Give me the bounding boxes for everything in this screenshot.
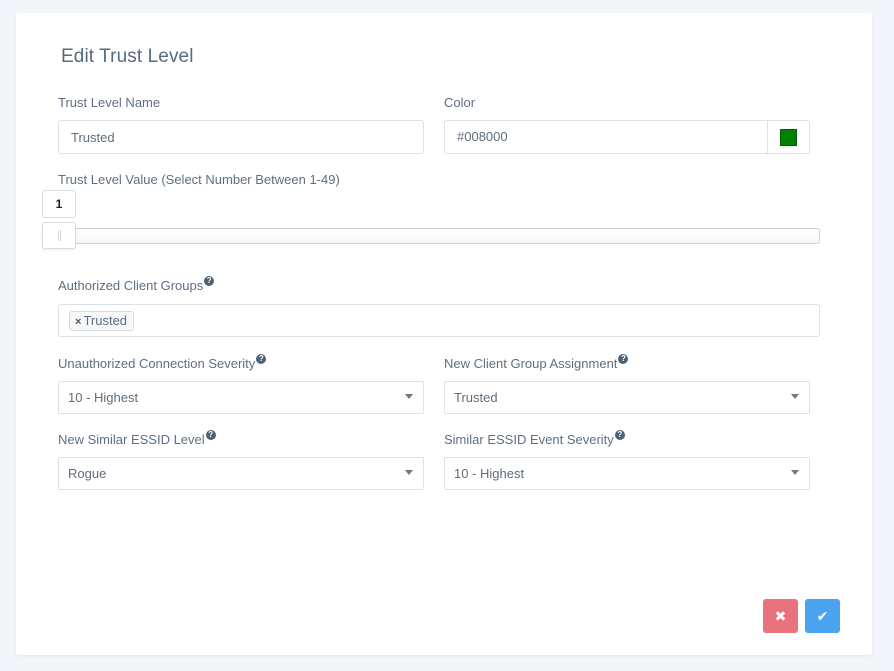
essid-level-select[interactable]: Rogue (58, 457, 424, 490)
remove-tag-icon[interactable]: × (75, 316, 81, 328)
essid-severity-select[interactable]: 10 - Highest (444, 457, 810, 490)
new-client-group-text: New Client Group Assignment (444, 356, 618, 371)
essid-severity-label: Similar ESSID Event Severity? (444, 430, 625, 447)
authorized-client-groups-label: Authorized Client Groups? (58, 276, 215, 293)
unauthorized-severity-label: Unauthorized Connection Severity? (58, 354, 267, 371)
new-client-group-value: Trusted (454, 390, 498, 405)
caret-down-icon (405, 470, 413, 475)
color-label: Color (444, 95, 476, 110)
check-icon: ✔ (816, 608, 829, 624)
client-group-tag: × Trusted (69, 311, 135, 331)
essid-severity-text: Similar ESSID Event Severity (444, 432, 614, 447)
trust-level-value-label: Trust Level Value (Select Number Between… (58, 172, 340, 187)
client-group-tag-label: Trusted (83, 313, 128, 328)
authorized-client-groups-input[interactable]: × Trusted (58, 304, 820, 337)
trust-level-slider-track[interactable] (58, 228, 820, 244)
trust-level-slider-handle[interactable] (42, 222, 76, 249)
cancel-button[interactable]: ✖ (763, 599, 798, 633)
color-value: #008000 (457, 129, 508, 144)
question-circle-icon[interactable]: ? (614, 430, 625, 440)
color-picker-button[interactable] (767, 120, 809, 154)
unauthorized-severity-value: 10 - Highest (68, 390, 139, 405)
caret-down-icon (791, 394, 799, 399)
confirm-button[interactable]: ✔ (805, 599, 840, 633)
edit-trust-level-card: Edit Trust Level Trust Level Name Color … (16, 13, 872, 655)
question-circle-icon[interactable]: ? (618, 354, 629, 364)
trust-level-name-label: Trust Level Name (58, 95, 161, 110)
unauthorized-severity-text: Unauthorized Connection Severity (58, 356, 256, 371)
grip-line (58, 230, 59, 241)
authorized-client-groups-text: Authorized Client Groups (58, 278, 204, 293)
color-swatch (780, 129, 797, 146)
grip-line (60, 230, 61, 241)
caret-down-icon (791, 470, 799, 475)
trust-level-name-input[interactable] (58, 120, 424, 154)
new-client-group-select[interactable]: Trusted (444, 381, 810, 414)
essid-severity-value: 10 - Highest (454, 466, 525, 481)
times-icon: ✖ (774, 608, 787, 624)
question-circle-icon[interactable]: ? (205, 430, 216, 440)
question-circle-icon[interactable]: ? (204, 276, 215, 286)
question-circle-icon[interactable]: ? (256, 354, 267, 364)
new-client-group-label: New Client Group Assignment? (444, 354, 629, 371)
caret-down-icon (405, 394, 413, 399)
color-field[interactable]: #008000 (444, 120, 810, 154)
essid-level-text: New Similar ESSID Level (58, 432, 205, 447)
page-title: Edit Trust Level (61, 46, 194, 67)
slider-value-tooltip: 1 (42, 190, 76, 218)
unauthorized-severity-select[interactable]: 10 - Highest (58, 381, 424, 414)
essid-level-label: New Similar ESSID Level? (58, 430, 216, 447)
essid-level-value: Rogue (68, 466, 107, 481)
